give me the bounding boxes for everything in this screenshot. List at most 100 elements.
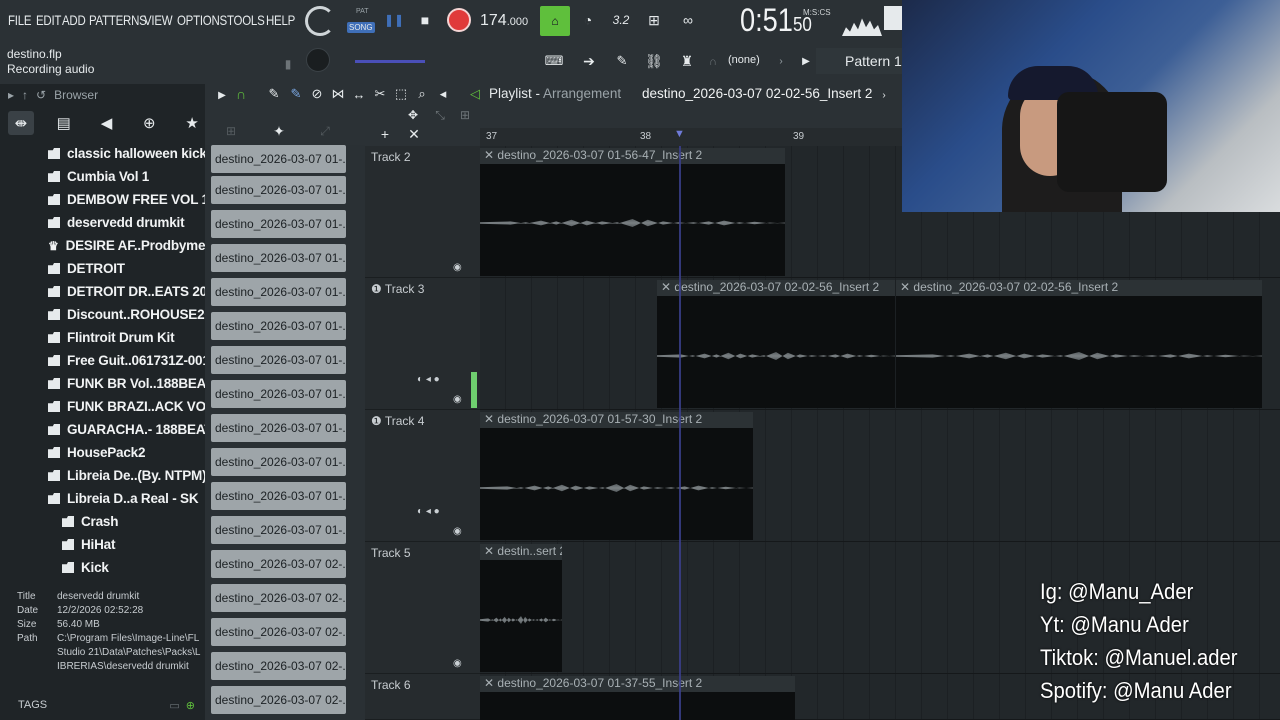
folder-icon[interactable]: ▭: [169, 699, 179, 712]
browser-folder[interactable]: Libreia De..(By. NTPM): [48, 464, 207, 487]
browser-folder[interactable]: DEMBOW FREE VOL 1: [48, 188, 209, 211]
time-format-label[interactable]: M:S:CS: [803, 8, 831, 17]
magnet-icon[interactable]: ∩: [706, 54, 720, 70]
grid-icon[interactable]: ⊞: [222, 124, 240, 138]
resize-icon[interactable]: ⤡: [432, 108, 448, 122]
browser-folder[interactable]: HousePack2: [48, 441, 145, 464]
clip-source-item[interactable]: destino_2026-03-07 01-...: [211, 482, 346, 510]
menu-view[interactable]: VIEW: [144, 12, 173, 28]
browser-folder[interactable]: DETROIT DR..EATS 2025: [48, 280, 222, 303]
pencil-icon[interactable]: ✎: [266, 86, 282, 102]
master-pitch-knob[interactable]: [306, 48, 330, 72]
waveform-icon[interactable]: ✦: [268, 122, 290, 140]
track-header[interactable]: ❶ Track 3 ◐ ◂ ● ◉: [365, 278, 480, 410]
browser-folder[interactable]: deservedd drumkit: [48, 211, 185, 234]
window-icon[interactable]: [884, 6, 902, 30]
current-project-icon[interactable]: ▤: [51, 111, 77, 135]
clip-source-item[interactable]: destino_2026-03-07 01-...: [211, 312, 346, 340]
menu-tools[interactable]: TOOLS: [227, 12, 265, 28]
favorites-icon[interactable]: ★: [179, 111, 205, 135]
browser-folder[interactable]: Cumbia Vol 1: [48, 165, 149, 188]
menu-edit[interactable]: EDIT: [36, 12, 61, 28]
collapse-icon[interactable]: ▸: [8, 88, 14, 102]
pause-icon[interactable]: ❚❚: [384, 10, 404, 30]
all-files-icon[interactable]: ⇼: [8, 111, 34, 135]
stop-icon[interactable]: ■: [416, 10, 434, 30]
timeline-ruler[interactable]: 37 38 39 ▼: [480, 128, 902, 146]
menu-help[interactable]: HELP: [266, 12, 295, 28]
browser-folder[interactable]: ♛ DESIRE AF..Prodbymed]: [48, 234, 218, 257]
select-icon[interactable]: ⬚: [393, 86, 409, 102]
menu-patterns[interactable]: PATTERNS: [89, 12, 147, 28]
browser-folder[interactable]: Libreia D..a Real - SK: [48, 487, 199, 510]
step-edit-icon[interactable]: ⊞: [642, 10, 666, 30]
track-header[interactable]: Track 6: [365, 674, 480, 720]
delete-icon[interactable]: ⊘: [309, 86, 325, 102]
play-pattern-icon[interactable]: ▶: [800, 54, 812, 68]
clip-source-item[interactable]: destino_2026-03-07 02-...: [211, 584, 346, 612]
loop-record-icon[interactable]: ∞: [676, 10, 700, 30]
browser-subfolder[interactable]: Kick: [62, 556, 109, 579]
track-enable-icon[interactable]: ◉: [453, 658, 462, 669]
browser-folder[interactable]: GUARACHA.- 188BEATS: [48, 418, 221, 441]
keyboard-icon[interactable]: ⊞: [456, 108, 474, 122]
track-lane[interactable]: ✕ destino_2026-03-07 02-02-56_Insert 2 ✕…: [480, 278, 1280, 410]
up-arrow-icon[interactable]: ↑: [22, 88, 28, 102]
countdown-icon[interactable]: 3.2: [607, 10, 635, 30]
browser-folder[interactable]: DETROIT: [48, 257, 125, 280]
speaker-icon[interactable]: ◂: [435, 86, 451, 102]
clip-source-item[interactable]: destino_2026-03-07 02-...: [211, 550, 346, 578]
browser-folder[interactable]: Flintroit Drum Kit: [48, 326, 175, 349]
mute-icon[interactable]: ⋈: [330, 86, 346, 102]
menu-add[interactable]: ADD: [62, 12, 86, 28]
clip-source-item[interactable]: destino_2026-03-07 01-...: [211, 145, 346, 173]
paint-icon[interactable]: ✎: [288, 86, 304, 102]
track-header[interactable]: Track 2 ◉: [365, 146, 480, 278]
clip-source-item[interactable]: destino_2026-03-07 01-...: [211, 380, 346, 408]
move-icon[interactable]: ✥: [405, 108, 421, 122]
clip-source-item[interactable]: destino_2026-03-07 02-...: [211, 686, 346, 714]
record-button[interactable]: [447, 8, 471, 32]
add-track-icon[interactable]: +: [377, 126, 393, 142]
chevron-right-icon[interactable]: ›: [775, 54, 787, 68]
pitch-slider[interactable]: [355, 60, 425, 63]
master-volume-icon[interactable]: ▮: [280, 56, 296, 72]
track-enable-icon[interactable]: ◉: [453, 526, 462, 537]
audio-clip[interactable]: ✕ destino_2026-03-07 01-57-30_Insert 2: [480, 412, 753, 540]
track-header[interactable]: Track 5 ◉: [365, 542, 480, 674]
close-icon[interactable]: ✕: [406, 126, 422, 142]
audio-clip[interactable]: ✕ destino_2026-03-07 01-37-55_Insert 2: [480, 676, 795, 720]
back-icon[interactable]: ↺: [36, 88, 46, 102]
browser-folder[interactable]: classic halloween kick: [48, 142, 207, 165]
browser-folder[interactable]: Free Guit..061731Z-001: [48, 349, 210, 372]
track-enable-icon[interactable]: ◉: [453, 394, 462, 405]
browser-folder[interactable]: FUNK BRAZI..ACK VOL II: [48, 395, 225, 418]
clip-source-item[interactable]: destino_2026-03-07 01-...: [211, 448, 346, 476]
track-enable-icon[interactable]: ◉: [453, 262, 462, 273]
zoom-icon[interactable]: ⌕: [414, 86, 430, 102]
browser-folder[interactable]: Discount..ROHOUSE20: [48, 303, 212, 326]
wait-input-icon[interactable]: ◔: [577, 10, 599, 30]
playlist-current-clip[interactable]: destino_2026-03-07 02-02-56_Insert 2: [642, 86, 872, 101]
piano-icon[interactable]: ⌨: [541, 52, 567, 70]
audio-clip[interactable]: ✕ destin..sert 2: [480, 544, 562, 672]
menu-file[interactable]: FILE: [8, 12, 32, 28]
chevron-right-icon[interactable]: ›: [879, 88, 889, 102]
clip-source-item[interactable]: destino_2026-03-07 01-...: [211, 244, 346, 272]
clip-source-item[interactable]: destino_2026-03-07 02-...: [211, 618, 346, 646]
clip-source-item[interactable]: destino_2026-03-07 01-...: [211, 278, 346, 306]
brush-icon[interactable]: ✎: [611, 52, 633, 70]
clip-source-item[interactable]: destino_2026-03-07 01-...: [211, 414, 346, 442]
arrow-right-icon[interactable]: ➔: [578, 52, 600, 70]
clip-source-item[interactable]: destino_2026-03-07 01-...: [211, 210, 346, 238]
tempo-display[interactable]: 174.000: [480, 12, 528, 30]
snap-select[interactable]: (none): [728, 54, 760, 66]
clip-source-item[interactable]: destino_2026-03-07 02-...: [211, 652, 346, 680]
pat-mode-label[interactable]: PAT: [356, 8, 369, 15]
link-icon[interactable]: ⛓: [643, 52, 665, 70]
plugin-database-icon[interactable]: ◀: [94, 111, 120, 135]
pattern-selector[interactable]: Pattern 1: [845, 53, 902, 69]
clip-source-item[interactable]: destino_2026-03-07 01-...: [211, 176, 346, 204]
metronome-icon[interactable]: ⌂: [540, 6, 570, 36]
magnet-icon[interactable]: ∩: [233, 86, 249, 102]
